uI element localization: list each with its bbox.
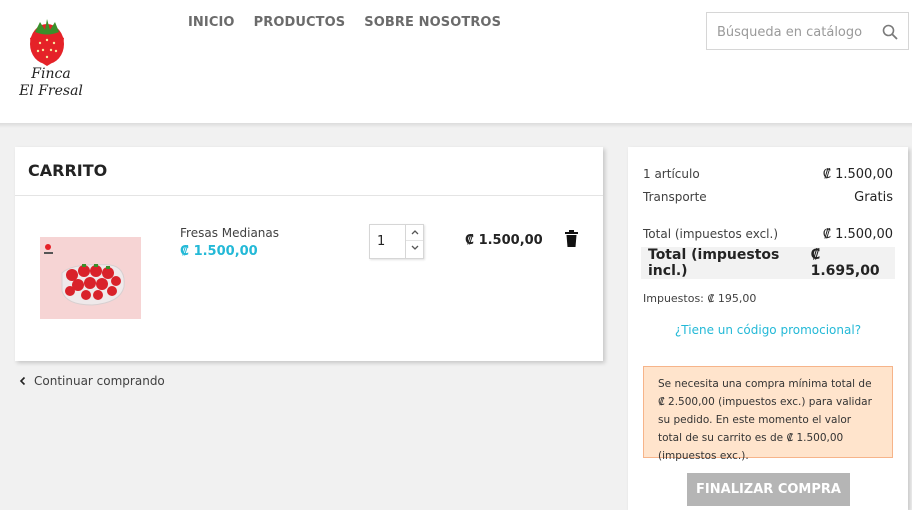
- cart-title: CARRITO: [28, 161, 108, 180]
- chevron-down-icon: [411, 245, 418, 250]
- summary-shipping-row: Transporte Gratis: [643, 190, 893, 205]
- logo-line-1: Finca: [31, 66, 71, 82]
- site-header: Finca El Fresal INICIO PRODUCTOS SOBRE N…: [0, 0, 912, 123]
- summary-shipping-label: Transporte: [643, 190, 707, 204]
- product-image[interactable]: [40, 237, 141, 319]
- summary-total-incl-value: ₡ 1.695,00: [810, 247, 880, 279]
- search-box: [706, 12, 909, 50]
- continue-shopping-label: Continuar comprando: [34, 374, 165, 388]
- summary-total-incl-row: Total (impuestos incl.) ₡ 1.695,00: [641, 247, 895, 279]
- quantity-buttons: [405, 225, 423, 258]
- line-total: ₡ 1.500,00: [465, 233, 543, 248]
- quantity-increase-button[interactable]: [406, 225, 423, 241]
- nav-sobre-nosotros[interactable]: SOBRE NOSOTROS: [364, 15, 501, 30]
- logo-line-2: El Fresal: [19, 83, 83, 99]
- chevron-left-icon: [19, 376, 26, 386]
- search-icon[interactable]: [882, 24, 898, 40]
- quantity-decrease-button[interactable]: [406, 241, 423, 257]
- summary-taxes: Impuestos: ₡ 195,00: [643, 292, 757, 305]
- summary-total-incl-label: Total (impuestos incl.): [648, 247, 780, 279]
- cart-panel: CARRITO Fresas Medianas ₡ 1.500,00 1 ₡ 1…: [15, 147, 603, 361]
- order-summary-panel: 1 artículo ₡ 1.500,00 Transporte Gratis …: [628, 147, 908, 510]
- summary-shipping-value: Gratis: [854, 190, 893, 205]
- main-nav: INICIO PRODUCTOS SOBRE NOSOTROS: [188, 15, 520, 30]
- nav-productos[interactable]: PRODUCTOS: [254, 15, 346, 30]
- continue-shopping-link[interactable]: Continuar comprando: [18, 374, 165, 388]
- checkout-button[interactable]: FINALIZAR COMPRA: [687, 473, 850, 506]
- summary-items-value: ₡ 1.500,00: [822, 167, 893, 182]
- product-name[interactable]: Fresas Medianas: [180, 226, 279, 240]
- trash-icon[interactable]: [565, 230, 578, 247]
- summary-items-label: 1 artículo: [643, 167, 700, 181]
- promo-code-link[interactable]: ¿Tiene un código promocional?: [628, 323, 908, 337]
- summary-total-excl-value: ₡ 1.500,00: [822, 227, 893, 242]
- minimum-order-alert: Se necesita una compra mínima total de ₡…: [643, 366, 893, 462]
- quantity-stepper: [369, 224, 424, 259]
- quantity-input[interactable]: [370, 225, 405, 258]
- strawberry-box-image: [44, 244, 125, 306]
- summary-items-row: 1 artículo ₡ 1.500,00: [643, 167, 893, 182]
- search-input[interactable]: [717, 22, 877, 42]
- header-shadow: [0, 123, 912, 128]
- product-unit-price: ₡ 1.500,00: [180, 244, 258, 259]
- logo-text: Finca El Fresal: [16, 66, 86, 100]
- chevron-up-icon: [411, 230, 418, 235]
- nav-inicio[interactable]: INICIO: [188, 15, 235, 30]
- divider: [15, 195, 603, 196]
- summary-total-excl-label: Total (impuestos excl.): [643, 227, 779, 241]
- summary-total-excl-row: Total (impuestos excl.) ₡ 1.500,00: [643, 227, 893, 242]
